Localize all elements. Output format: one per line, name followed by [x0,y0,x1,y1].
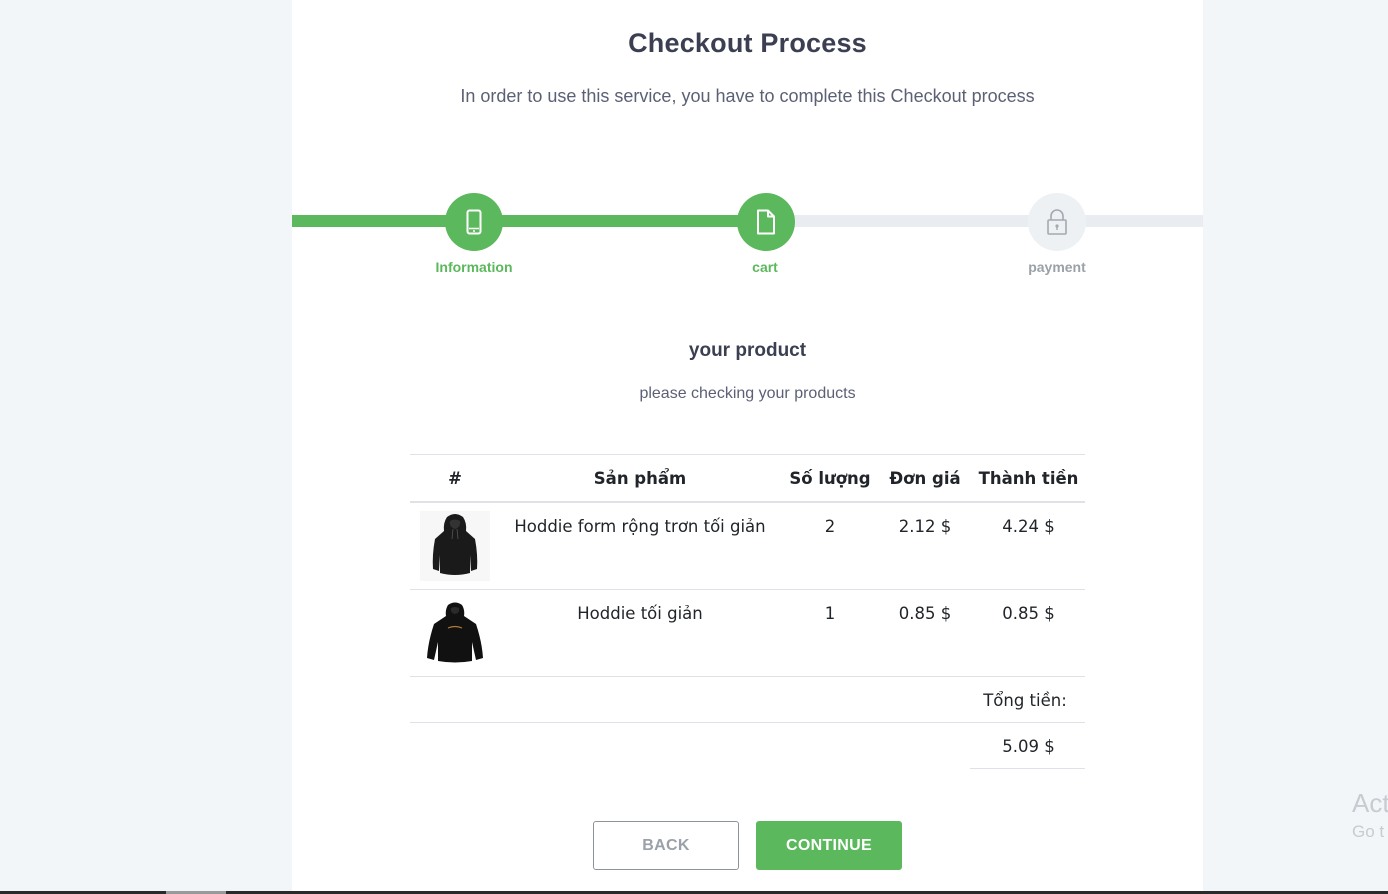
progress-fill [292,215,765,227]
page-title: Checkout Process [628,28,867,58]
page-subtitle: In order to use this service, you have t… [460,86,1035,106]
product-amount: 4.24 $ [1002,517,1055,536]
continue-button[interactable]: CONTINUE [756,821,902,870]
product-unit-price: 0.85 $ [898,604,952,623]
header-product: Sản phẩm [593,469,687,488]
black-hoodie-image [420,511,490,581]
step-label-cart: cart [752,259,778,275]
step-label-information: Information [435,259,513,275]
header-amount: Thành tiền [978,469,1079,488]
phone-icon [466,209,482,235]
table-header: # Sản phẩm Số lượng Đơn giá Thành tiền [410,454,1085,503]
product-name: Hoddie tối giản [577,604,703,623]
section-subtitle: please checking your products [639,385,856,402]
table-row: Hoddie form rộng trơn tối giản 2 2.12 $ … [410,503,1085,590]
product-quantity: 2 [824,517,836,536]
activation-watermark: Act [1352,788,1388,818]
back-button[interactable]: BACK [593,821,739,870]
total-label: Tổng tiền: [983,691,1067,710]
header-unit-price: Đơn giá [889,469,961,488]
product-unit-price: 2.12 $ [898,517,952,536]
checkout-card: Checkout Process In order to use this se… [292,0,1203,894]
header-index: # [448,469,462,488]
total-value-row: 5.09 $ [410,723,1085,769]
table-row: Hoddie tối giản 1 0.85 $ 0.85 $ [410,590,1085,677]
step-payment[interactable] [1028,193,1086,251]
total-value: 5.09 $ [1002,737,1055,756]
product-quantity: 1 [824,604,836,623]
step-information[interactable] [445,193,503,251]
product-amount: 0.85 $ [1002,604,1055,623]
total-label-row: Tổng tiền: [410,677,1085,723]
file-icon [757,209,775,235]
lock-icon [1047,209,1067,235]
section-title: your product [688,340,807,361]
product-name: Hoddie form rộng trơn tối giản [514,517,766,536]
activation-watermark-sub: Go t [1352,822,1385,841]
header-quantity: Số lượng [789,469,871,488]
black-hoodie-printed-image [420,598,490,668]
product-table: # Sản phẩm Số lượng Đơn giá Thành tiền H… [410,454,1085,769]
step-cart[interactable] [737,193,795,251]
step-label-payment: payment [1028,259,1086,275]
